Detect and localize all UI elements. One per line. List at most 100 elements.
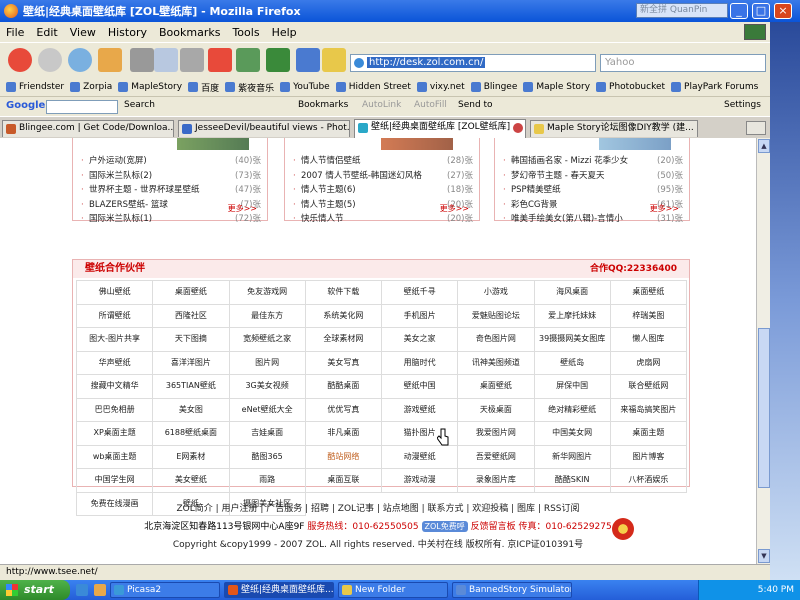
more-link[interactable]: 更多>> bbox=[228, 203, 257, 214]
partner-link[interactable]: 用脑时代 bbox=[382, 351, 459, 375]
menu-edit[interactable]: Edit bbox=[36, 26, 57, 39]
list-item[interactable]: 户外运动(宽屏) (40)张 bbox=[73, 154, 267, 169]
edit-icon[interactable] bbox=[322, 48, 346, 72]
partner-link[interactable]: 天下图摘 bbox=[153, 328, 230, 352]
list-item[interactable]: 情人节主题(6) (18)张 bbox=[285, 183, 479, 198]
list-item[interactable]: 快乐情人节 (20)张 bbox=[285, 212, 479, 227]
partner-link[interactable]: 桌面壁纸 bbox=[153, 281, 230, 305]
menu-tools[interactable]: Tools bbox=[232, 26, 259, 39]
partner-link[interactable]: 动漫壁纸 bbox=[382, 445, 459, 469]
menu-history[interactable]: History bbox=[108, 26, 147, 39]
bookmark-baidu[interactable]: 百度 bbox=[188, 81, 219, 94]
bookmark-friendster[interactable]: Friendster bbox=[6, 82, 64, 92]
bookmark-vixy[interactable]: vixy.net bbox=[416, 82, 465, 92]
partner-link[interactable]: 奇色图片网 bbox=[458, 328, 535, 352]
list-item[interactable]: PSP精美壁纸 (95)张 bbox=[495, 183, 689, 198]
forward-icon[interactable] bbox=[38, 48, 62, 72]
more-link[interactable]: 更多>> bbox=[650, 203, 679, 214]
partner-link[interactable]: 系统美化网 bbox=[305, 304, 382, 328]
taskbar-item-firefox[interactable]: 壁纸|经典桌面壁纸库... bbox=[224, 582, 334, 598]
partner-link[interactable]: 绝对精彩壁纸 bbox=[534, 398, 611, 422]
partner-link[interactable]: 吾爱壁纸网 bbox=[458, 445, 535, 469]
police-emblem-icon[interactable] bbox=[612, 518, 634, 540]
google-settings-button[interactable]: Settings bbox=[724, 100, 761, 110]
partner-link[interactable]: 屏保中国 bbox=[534, 375, 611, 399]
list-item[interactable]: 2007 情人节壁纸-韩国迷幻风格 (27)张 bbox=[285, 169, 479, 184]
taskbar-item-bannedstory[interactable]: BannedStory Simulator bbox=[452, 582, 572, 598]
vertical-scrollbar[interactable]: ▲ ▼ bbox=[756, 138, 770, 564]
partner-link[interactable]: 西隆社区 bbox=[153, 304, 230, 328]
partner-link[interactable]: 39摄摄网美女图库 bbox=[534, 328, 611, 352]
autofill-button[interactable]: AutoFill bbox=[414, 100, 447, 110]
partner-link[interactable]: 6188壁纸桌面 bbox=[153, 422, 230, 446]
partner-link[interactable]: 游戏动漫 bbox=[382, 469, 459, 493]
tab-zol-wallpaper[interactable]: 壁纸|经典桌面壁纸库 [ZOL壁纸库] bbox=[354, 119, 526, 138]
partner-link[interactable]: 雨路 bbox=[229, 469, 306, 493]
free-call-badge[interactable]: ZOL免费呼 bbox=[421, 521, 468, 532]
send-to-button[interactable]: Send to bbox=[458, 100, 493, 110]
partner-link[interactable]: 图片网 bbox=[229, 351, 306, 375]
list-item[interactable]: 国际米兰队标(1) (72)张 bbox=[73, 212, 267, 227]
more-link[interactable]: 更多>> bbox=[440, 203, 469, 214]
partner-link[interactable]: 美女图 bbox=[153, 398, 230, 422]
google-bookmarks-button[interactable]: Bookmarks bbox=[298, 100, 348, 110]
minimize-button[interactable]: _ bbox=[730, 3, 748, 19]
bookmark-maplestory[interactable]: MapleStory bbox=[118, 82, 182, 92]
partner-link[interactable]: 图大-图片共享 bbox=[77, 328, 154, 352]
bookmark-playpark[interactable]: PlayPark Forums bbox=[671, 82, 758, 92]
taskbar-item-picasa[interactable]: Picasa2 bbox=[110, 582, 220, 598]
partner-link[interactable]: 录象图片库 bbox=[458, 469, 535, 493]
scroll-thumb[interactable] bbox=[758, 328, 770, 488]
google-search-input[interactable] bbox=[46, 100, 118, 114]
list-item[interactable]: 韩国插画名家 - Mizzi 花季少女 (20)张 bbox=[495, 154, 689, 169]
footer-links[interactable]: ZOL简介 | 用户注册 | 广告服务 | 招聘 | ZOL记事 | 站点地图 … bbox=[0, 501, 756, 514]
partner-link[interactable]: 讯神美图频道 bbox=[458, 351, 535, 375]
partner-link[interactable]: 海风桌面 bbox=[534, 281, 611, 305]
partner-link[interactable]: 桌面壁纸 bbox=[610, 281, 687, 305]
partner-link[interactable]: 壁纸中国 bbox=[382, 375, 459, 399]
partner-link[interactable]: 搜藏中文精华 bbox=[77, 375, 154, 399]
partner-link[interactable]: 宽频壁纸之家 bbox=[229, 328, 306, 352]
maximize-button[interactable]: □ bbox=[752, 3, 770, 19]
print-icon[interactable] bbox=[236, 48, 260, 72]
start-button[interactable]: start bbox=[0, 580, 70, 600]
partner-link[interactable]: 365TIAN壁纸 bbox=[153, 375, 230, 399]
delete-icon[interactable] bbox=[208, 48, 232, 72]
clock[interactable]: 5:40 PM bbox=[758, 585, 794, 595]
partner-link[interactable]: 巴巴免相册 bbox=[77, 398, 154, 422]
partner-link[interactable]: 游戏壁纸 bbox=[382, 398, 459, 422]
list-item[interactable]: 世界杯主题 - 世界杯球星壁纸 (47)张 bbox=[73, 183, 267, 198]
partner-link[interactable]: 联合壁纸网 bbox=[610, 375, 687, 399]
partner-link[interactable]: 酷酷SKIN bbox=[534, 469, 611, 493]
list-item[interactable]: 梦幻帝节主题 - 春天夏天 (50)张 bbox=[495, 169, 689, 184]
partner-link[interactable]: 新华网图片 bbox=[534, 445, 611, 469]
tab-list-button[interactable] bbox=[746, 121, 766, 135]
partner-link[interactable]: 酷站网络 bbox=[305, 445, 382, 469]
menu-view[interactable]: View bbox=[70, 26, 96, 39]
tab-maple-story-forum[interactable]: Maple Story论坛图像DIY教学 (建... bbox=[530, 120, 698, 137]
partner-link[interactable]: 美女之家 bbox=[382, 328, 459, 352]
save-icon[interactable] bbox=[296, 48, 320, 72]
cut-icon[interactable] bbox=[130, 48, 154, 72]
partner-link[interactable]: 手机图片 bbox=[382, 304, 459, 328]
partner-link[interactable]: 中国美女网 bbox=[534, 422, 611, 446]
partner-link[interactable]: 桌面壁纸 bbox=[458, 375, 535, 399]
partner-link[interactable]: 佛山壁纸 bbox=[77, 281, 154, 305]
partner-link[interactable]: 懒人图库 bbox=[610, 328, 687, 352]
tab-blingee[interactable]: Blingee.com | Get Code/Downloa... bbox=[2, 120, 174, 137]
back-icon[interactable] bbox=[8, 48, 32, 72]
partner-link[interactable]: 八杯酒娱乐 bbox=[610, 469, 687, 493]
reload-icon[interactable] bbox=[68, 48, 92, 72]
quicklaunch-ie-icon[interactable] bbox=[76, 584, 88, 596]
partner-link[interactable]: 我爱图片网 bbox=[458, 422, 535, 446]
bookmark-hidden-street[interactable]: Hidden Street bbox=[335, 82, 411, 92]
bookmark-maple-story[interactable]: Maple Story bbox=[523, 82, 590, 92]
partner-link[interactable]: 3G美女视频 bbox=[229, 375, 306, 399]
partner-link[interactable]: 虎扇网 bbox=[610, 351, 687, 375]
partner-link[interactable]: 图片博客 bbox=[610, 445, 687, 469]
partner-link[interactable]: 华声壁纸 bbox=[77, 351, 154, 375]
google-search-button[interactable]: Search bbox=[124, 100, 155, 110]
bookmark-zorpia[interactable]: Zorpia bbox=[70, 82, 112, 92]
partner-link[interactable]: 非凡桌面 bbox=[305, 422, 382, 446]
home-icon[interactable] bbox=[98, 48, 122, 72]
